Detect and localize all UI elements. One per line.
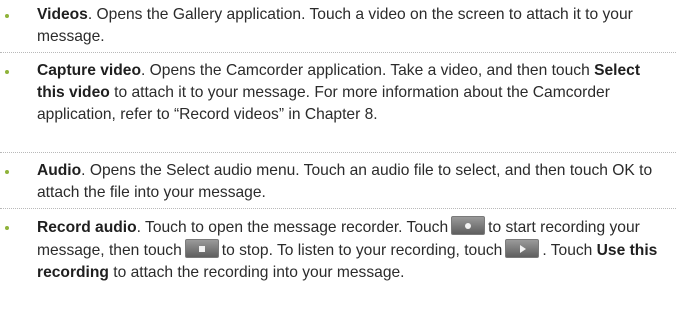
list-item-text: Videos. Opens the Gallery application. T… xyxy=(37,4,669,48)
stop-icon xyxy=(184,239,219,258)
item-separator: . xyxy=(87,6,97,23)
divider xyxy=(0,152,676,153)
item-description: Opens the Camcorder application. Take a … xyxy=(149,62,595,79)
list-item-audio: Audio. Opens the Select audio menu. Touc… xyxy=(0,160,676,204)
list-item-text: Audio. Opens the Select audio menu. Touc… xyxy=(37,160,669,204)
item-description-cont: to attach the recording into your messag… xyxy=(108,264,405,281)
divider xyxy=(0,52,676,53)
item-description-cont: to attach it to your message. For more i… xyxy=(37,84,610,123)
bullet-icon xyxy=(5,170,9,174)
bullet-icon xyxy=(5,226,9,230)
item-term: Capture video xyxy=(37,62,141,79)
bullet-icon xyxy=(5,70,9,74)
play-icon xyxy=(505,239,540,258)
divider xyxy=(0,208,676,209)
record-icon xyxy=(451,216,486,235)
item-description: . Touch to open the message recorder. To… xyxy=(136,219,449,236)
stop-square-icon xyxy=(198,245,205,252)
list-item-record-audio: Record audio. Touch to open the message … xyxy=(0,216,676,284)
item-description: . Opens the Select audio menu. Touch an … xyxy=(37,162,653,201)
play-triangle-icon xyxy=(520,244,527,253)
list-item-text: Record audio. Touch to open the message … xyxy=(37,216,669,284)
bullet-icon xyxy=(5,14,9,18)
item-description: Opens the Gallery application. Touch a v… xyxy=(37,6,633,45)
item-term: Audio xyxy=(37,162,82,179)
item-description: to stop. To listen to your recording, to… xyxy=(221,242,503,259)
item-description: . Touch xyxy=(542,242,597,259)
item-term: Record audio xyxy=(37,219,137,236)
list-item-text: Capture video. Opens the Camcorder appli… xyxy=(37,60,669,126)
list-item-videos: Videos. Opens the Gallery application. T… xyxy=(0,4,676,48)
record-dot-icon xyxy=(465,222,472,229)
item-separator: . xyxy=(140,62,150,79)
list-item-capture-video: Capture video. Opens the Camcorder appli… xyxy=(0,60,676,126)
item-term: Videos xyxy=(37,6,88,23)
